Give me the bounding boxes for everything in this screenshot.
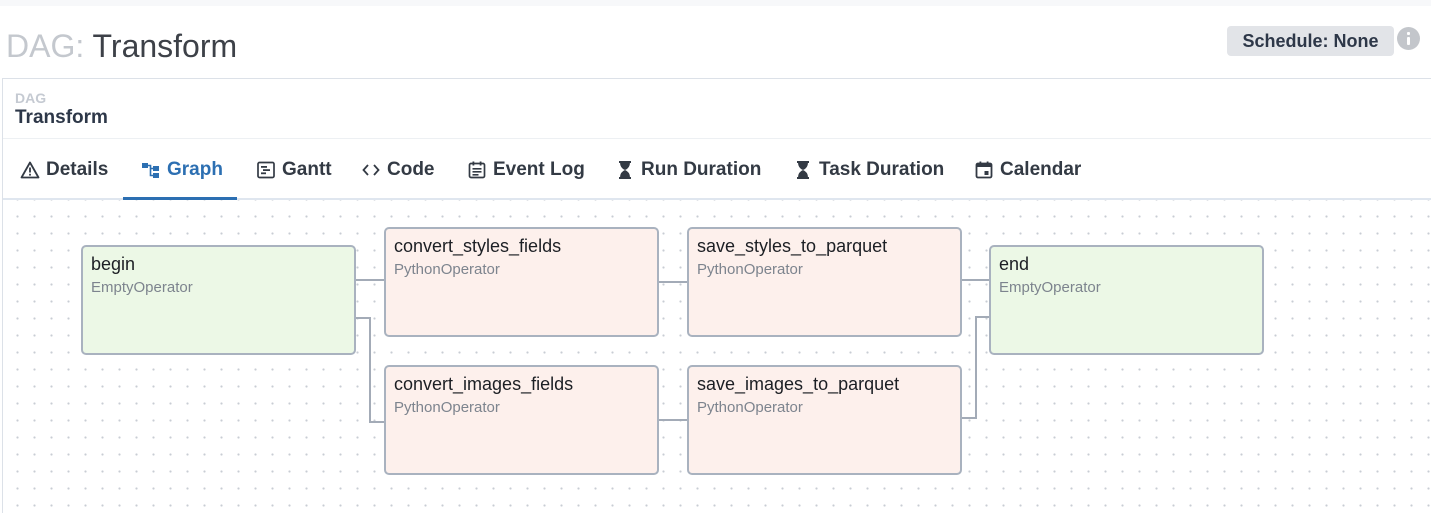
graph-edge [962,316,989,419]
tab-code[interactable]: Code [361,139,435,200]
graph-edge [356,317,384,423]
graph-canvas[interactable]: begin EmptyOperator convert_styles_fields P… [3,200,1431,513]
graph-icon [141,160,161,180]
tab-label: Event Log [493,158,585,180]
task-operator: PythonOperator [697,261,803,278]
tab-task-duration[interactable]: Task Duration [793,139,944,200]
page-title-prefix: DAG: [6,28,85,64]
task-operator: PythonOperator [394,261,500,278]
task-node-convert-styles-fields[interactable]: convert_styles_fields PythonOperator [384,227,659,337]
tab-event-log[interactable]: Event Log [467,139,585,200]
dag-heading: DAG Transform [15,89,108,129]
dag-panel: DAG Transform Details Graph Gantt Code E… [2,78,1431,513]
event-log-icon [467,160,487,180]
code-icon [361,160,381,180]
hourglass-icon [615,160,635,180]
task-node-begin[interactable]: begin EmptyOperator [81,245,356,355]
warning-triangle-icon [20,160,40,180]
dag-label: DAG [15,90,47,106]
tab-label: Graph [167,158,223,180]
task-id: convert_styles_fields [394,236,562,256]
hourglass-icon [793,160,813,180]
task-operator: EmptyOperator [91,279,193,296]
tab-gantt[interactable]: Gantt [256,139,332,200]
task-node-save-images-to-parquet[interactable]: save_images_to_parquet PythonOperator [687,365,962,475]
task-id: save_images_to_parquet [697,374,900,394]
tab-label: Details [46,158,109,180]
gantt-icon [256,160,276,180]
tab-graph[interactable]: Graph [141,139,223,200]
task-id: convert_images_fields [394,374,574,394]
task-id: end [999,254,1030,274]
task-node-save-styles-to-parquet[interactable]: save_styles_to_parquet PythonOperator [687,227,962,337]
task-operator: PythonOperator [394,399,500,416]
tab-label: Code [387,158,435,180]
task-operator: EmptyOperator [999,279,1101,296]
page-header: DAG: Transform Schedule: None [0,18,1431,74]
tab-label: Calendar [1000,158,1082,180]
task-node-convert-images-fields[interactable]: convert_images_fields PythonOperator [384,365,659,475]
task-id: begin [91,254,136,274]
tab-run-duration[interactable]: Run Duration [615,139,761,200]
tab-details[interactable]: Details [20,139,108,200]
tab-bar: Details Graph Gantt Code Event Log Run D… [3,139,1431,200]
tab-label: Task Duration [819,158,945,180]
info-icon[interactable] [1397,27,1420,50]
task-node-end[interactable]: end EmptyOperator [989,245,1264,355]
task-id: save_styles_to_parquet [697,236,888,256]
schedule-badge: Schedule: None [1227,26,1394,56]
calendar-icon [974,160,994,180]
tab-calendar[interactable]: Calendar [974,139,1081,200]
tab-label: Run Duration [641,158,762,180]
page-title-name: Transform [92,28,238,64]
dag-name: Transform [15,107,108,128]
tab-label: Gantt [282,158,332,180]
task-operator: PythonOperator [697,399,803,416]
page-title: DAG: Transform [6,27,237,65]
top-strip [0,0,1431,6]
